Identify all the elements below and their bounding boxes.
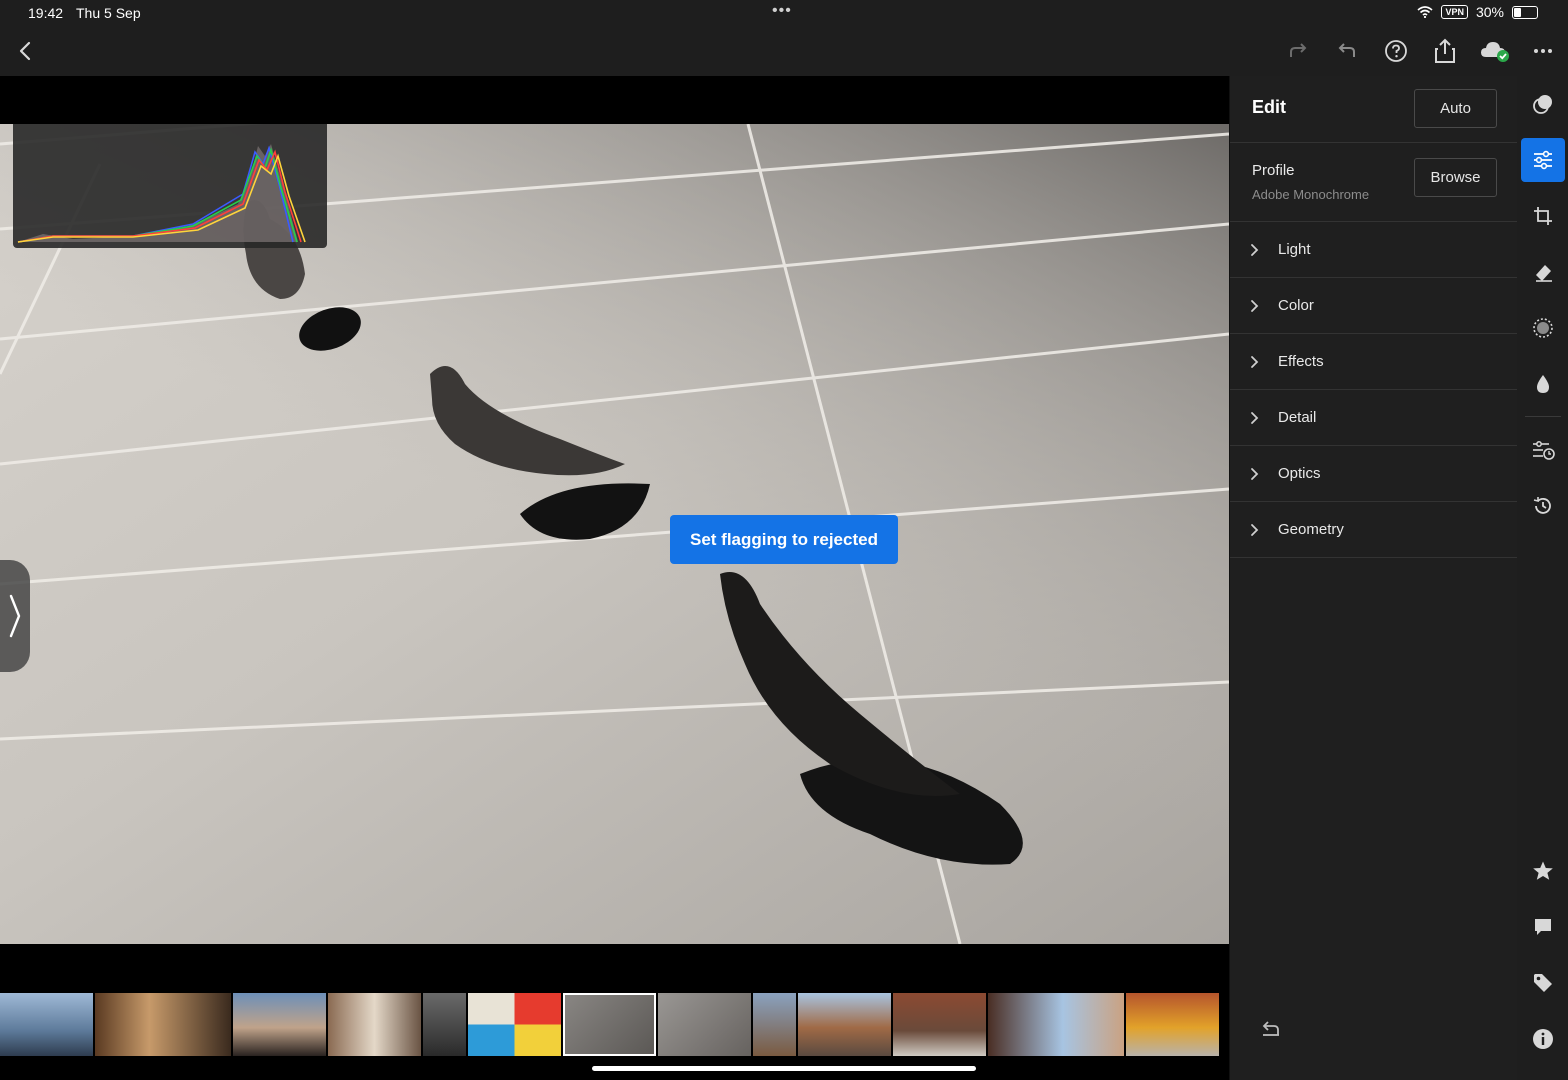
redo-icon[interactable] xyxy=(1284,37,1312,65)
filmstrip-thumb[interactable] xyxy=(753,993,796,1056)
edit-panel-header: Edit Auto xyxy=(1230,76,1518,143)
help-icon[interactable] xyxy=(1382,37,1410,65)
filmstrip-toggle-handle[interactable] xyxy=(0,560,30,672)
filmstrip-thumb[interactable] xyxy=(95,993,231,1056)
chevron-right-icon xyxy=(1250,411,1264,425)
section-detail[interactable]: Detail xyxy=(1230,390,1518,446)
filmstrip-thumb[interactable] xyxy=(988,993,1124,1056)
filmstrip-thumb[interactable] xyxy=(658,993,751,1056)
chevron-right-icon xyxy=(1250,355,1264,369)
filmstrip-thumb[interactable] xyxy=(798,993,891,1056)
color-drop-icon[interactable] xyxy=(1521,362,1565,406)
profile-label: Profile xyxy=(1252,162,1295,179)
keywords-tag-icon[interactable] xyxy=(1521,961,1565,1005)
image-canvas xyxy=(0,76,1229,1080)
filmstrip-thumb[interactable] xyxy=(468,993,561,1056)
battery-icon xyxy=(1512,5,1538,19)
profile-value: Adobe Monochrome xyxy=(1252,187,1370,202)
edit-panel-title: Edit xyxy=(1252,97,1286,117)
share-icon[interactable] xyxy=(1431,37,1459,65)
section-label: Effects xyxy=(1278,353,1324,370)
rail-divider xyxy=(1525,416,1561,417)
tool-rail xyxy=(1517,76,1568,1080)
auto-button[interactable]: Auto xyxy=(1414,89,1497,128)
crop-icon[interactable] xyxy=(1521,194,1565,238)
edit-panel: Edit Auto Profile Adobe Monochrome Brows… xyxy=(1229,76,1518,1080)
section-geometry[interactable]: Geometry xyxy=(1230,502,1518,558)
undo-icon[interactable] xyxy=(1333,37,1361,65)
filmstrip-thumb[interactable] xyxy=(563,993,656,1056)
vpn-badge: VPN xyxy=(1441,5,1468,19)
chevron-right-icon xyxy=(1250,467,1264,481)
status-bar: 19:42 Thu 5 Sep ••• VPN 30% xyxy=(0,0,1568,26)
reset-edits-icon[interactable] xyxy=(1260,1020,1282,1043)
multitasking-dots-icon[interactable]: ••• xyxy=(772,2,792,20)
chevron-right-icon xyxy=(1250,523,1264,537)
filmstrip-thumb[interactable] xyxy=(0,993,93,1056)
more-icon[interactable] xyxy=(1529,37,1557,65)
chevron-right-icon xyxy=(1250,299,1264,313)
back-icon[interactable] xyxy=(11,37,39,65)
chevron-right-icon xyxy=(9,594,21,638)
status-time: 19:42 xyxy=(28,5,64,21)
browse-button[interactable]: Browse xyxy=(1414,158,1497,197)
section-label: Detail xyxy=(1278,409,1317,426)
comments-icon[interactable] xyxy=(1521,905,1565,949)
edit-sections: Light Color Effects Detail Optics Geometry xyxy=(1230,222,1518,558)
top-toolbar xyxy=(0,26,1568,76)
versions-icon[interactable] xyxy=(1521,428,1565,472)
status-indicators: VPN 30% xyxy=(1417,4,1538,20)
section-effects[interactable]: Effects xyxy=(1230,334,1518,390)
chevron-right-icon xyxy=(1250,243,1264,257)
histogram xyxy=(13,124,327,248)
section-label: Geometry xyxy=(1278,521,1344,538)
filmstrip-thumb[interactable] xyxy=(328,993,421,1056)
toast-message: Set flagging to rejected xyxy=(670,515,898,564)
filmstrip-thumb[interactable] xyxy=(893,993,986,1056)
cloud-sync-icon[interactable] xyxy=(1478,37,1512,65)
filmstrip xyxy=(0,993,1229,1056)
section-light[interactable]: Light xyxy=(1230,222,1518,278)
edit-sliders-icon[interactable] xyxy=(1521,138,1565,182)
section-optics[interactable]: Optics xyxy=(1230,446,1518,502)
status-date: Thu 5 Sep xyxy=(76,5,141,21)
section-label: Optics xyxy=(1278,465,1321,482)
filmstrip-thumb[interactable] xyxy=(1126,993,1219,1056)
section-label: Color xyxy=(1278,297,1314,314)
info-icon[interactable] xyxy=(1521,1017,1565,1061)
wifi-icon xyxy=(1417,6,1433,18)
presets-icon[interactable] xyxy=(1521,82,1565,126)
history-icon[interactable] xyxy=(1521,484,1565,528)
masking-icon[interactable] xyxy=(1521,306,1565,350)
battery-percent: 30% xyxy=(1475,4,1504,20)
home-indicator[interactable] xyxy=(592,1066,976,1071)
section-color[interactable]: Color xyxy=(1230,278,1518,334)
section-label: Light xyxy=(1278,241,1311,258)
filmstrip-thumb[interactable] xyxy=(423,993,466,1056)
rating-star-icon[interactable] xyxy=(1521,849,1565,893)
filmstrip-thumb[interactable] xyxy=(233,993,326,1056)
healing-eraser-icon[interactable] xyxy=(1521,250,1565,294)
profile-row: Profile Adobe Monochrome Browse xyxy=(1230,143,1518,222)
